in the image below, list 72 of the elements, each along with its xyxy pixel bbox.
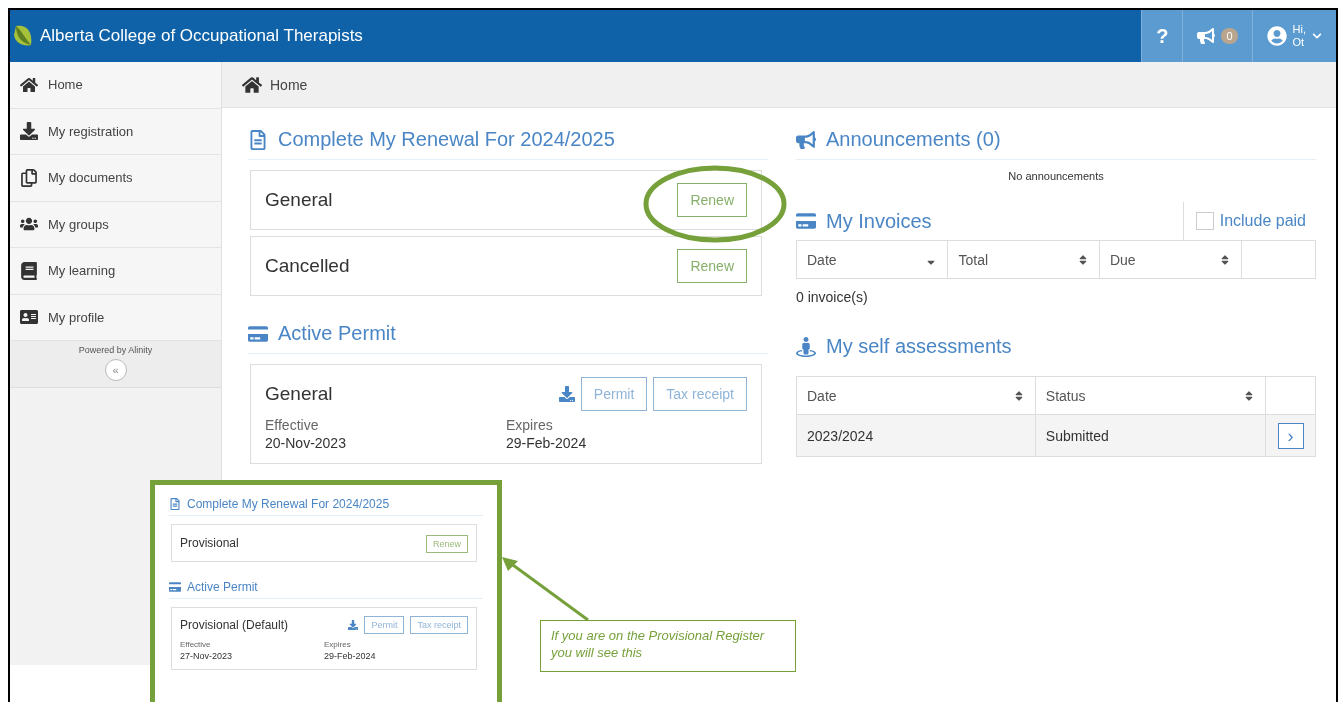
document-button[interactable]: Permit xyxy=(364,616,405,634)
user-avatar-icon xyxy=(1266,26,1287,46)
home-icon[interactable] xyxy=(242,74,262,95)
field-label: Expires xyxy=(506,417,554,433)
person-icon xyxy=(796,336,816,357)
column-header[interactable]: Date xyxy=(796,376,1036,415)
sort-icon[interactable] xyxy=(1243,389,1255,402)
announcements-button[interactable]: 0 xyxy=(1182,10,1252,62)
section-title: My self assessments xyxy=(826,335,1012,358)
invoice-count: 0 invoice(s) xyxy=(796,288,869,307)
card-icon xyxy=(248,323,268,344)
callout-note: If you are on the Provisional Register you will see this xyxy=(540,620,796,672)
field-value: 20-Nov-2023 xyxy=(265,435,347,451)
empty-message: No announcements xyxy=(1007,170,1105,184)
field-value: 29-Feb-2024 xyxy=(324,651,377,661)
app-title: Alberta College of Occupational Therapists xyxy=(39,26,364,46)
field-label: Expires xyxy=(324,640,352,649)
help-button[interactable]: ? xyxy=(1141,10,1183,62)
section-title: Complete My Renewal For 2024/2025 xyxy=(187,497,390,511)
section-title: My Invoices xyxy=(826,209,932,233)
document-icon xyxy=(169,498,181,510)
card-icon xyxy=(796,211,816,231)
section-title: Active Permit xyxy=(278,322,396,345)
section-title: Active Permit xyxy=(187,580,258,594)
field-label: Effective xyxy=(265,417,320,433)
document-icon xyxy=(248,129,268,150)
include-paid-checkbox[interactable]: Include paid xyxy=(1182,202,1316,240)
download-icon[interactable] xyxy=(348,620,359,630)
sidebar-item[interactable]: My learning xyxy=(10,248,221,295)
permit-name: General xyxy=(265,383,333,405)
download-icon[interactable] xyxy=(558,386,575,402)
sort-icon[interactable] xyxy=(1219,253,1231,266)
registration-name: Cancelled xyxy=(265,255,350,277)
id-card-icon xyxy=(20,308,38,327)
home-icon xyxy=(20,75,38,94)
section-title: Announcements (0) xyxy=(826,128,1001,151)
chevron-down-icon xyxy=(1312,31,1322,41)
megaphone-icon xyxy=(1197,27,1216,45)
column-header[interactable]: Date xyxy=(796,240,948,279)
sidebar-item[interactable]: My groups xyxy=(10,201,221,248)
sidebar-item[interactable]: My documents xyxy=(10,155,221,202)
document-button[interactable]: Tax receipt xyxy=(653,377,747,411)
book-icon xyxy=(20,261,38,280)
permit-name: Provisional (Default) xyxy=(180,618,289,632)
document-button[interactable]: Tax receipt xyxy=(410,616,468,634)
user-menu-button[interactable]: Hi, Ot xyxy=(1251,10,1336,62)
renew-button[interactable]: Renew xyxy=(677,183,747,217)
breadcrumb[interactable]: Home xyxy=(270,76,308,93)
registration-name: General xyxy=(265,189,333,211)
open-button[interactable]: › xyxy=(1277,422,1304,449)
field-value: 27-Nov-2023 xyxy=(180,651,234,661)
section-title: Complete My Renewal For 2024/2025 xyxy=(278,128,615,151)
renew-button[interactable]: Renew xyxy=(426,535,468,553)
download-icon xyxy=(20,122,38,141)
sidebar-item[interactable]: Home xyxy=(10,62,221,109)
field-label: Effective xyxy=(180,640,212,649)
collapse-button[interactable]: « xyxy=(104,359,127,381)
table-cell: Submitted xyxy=(1035,414,1266,457)
document-button[interactable]: Permit xyxy=(580,377,648,411)
registration-name: Provisional xyxy=(180,536,239,550)
column-header[interactable]: Status xyxy=(1035,376,1266,415)
megaphone-icon xyxy=(796,129,816,150)
documents-icon xyxy=(20,168,38,187)
table-cell: 2023/2024 xyxy=(796,414,1036,457)
powered-by-text: Powered by Alinity xyxy=(78,345,153,355)
sidebar-item[interactable]: My profile xyxy=(10,294,221,341)
column-header[interactable]: Due xyxy=(1099,240,1242,279)
card-icon xyxy=(169,581,181,593)
sidebar-item[interactable]: My registration xyxy=(10,108,221,155)
renew-button[interactable]: Renew xyxy=(677,249,747,283)
field-value: 29-Feb-2024 xyxy=(506,435,588,451)
column-header[interactable]: Total xyxy=(947,240,1100,279)
